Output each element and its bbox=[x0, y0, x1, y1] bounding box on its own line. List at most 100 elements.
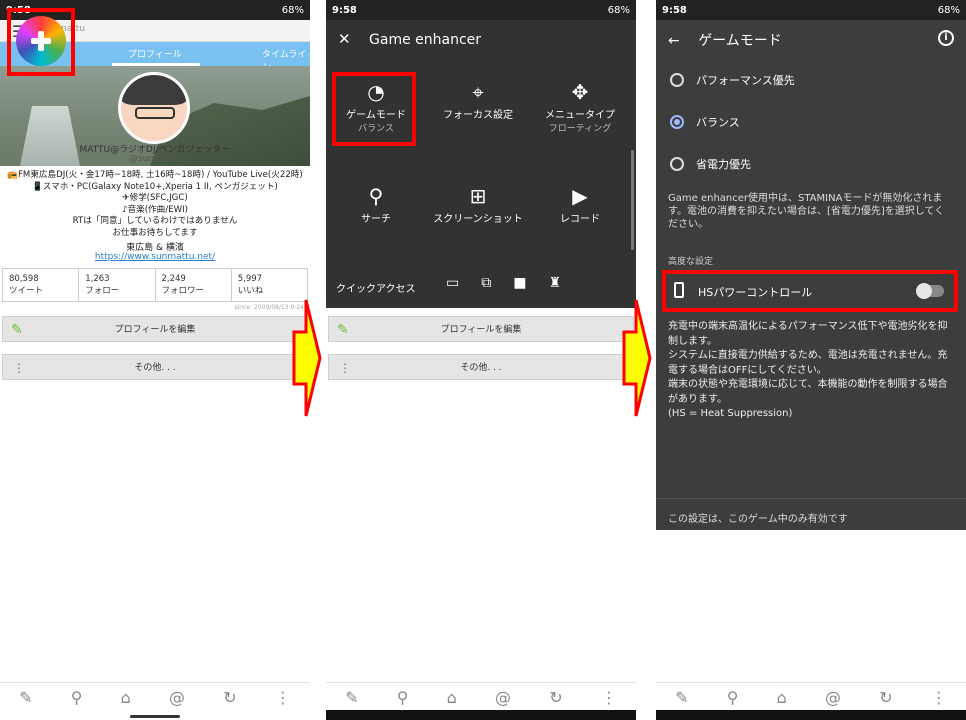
refresh-icon[interactable]: ↻ bbox=[549, 688, 562, 707]
menu-header: ✕ Game enhancer bbox=[338, 30, 481, 48]
overflow-icon[interactable]: ⋮ bbox=[931, 688, 947, 707]
search-icon[interactable]: ⚲ bbox=[727, 688, 739, 707]
radio-label: 省電力優先 bbox=[696, 158, 751, 171]
stat-tweets[interactable]: 80,598 ツイート bbox=[3, 269, 80, 301]
close-icon[interactable]: ✕ bbox=[338, 30, 351, 48]
menu-item-menu-type[interactable]: ✥ メニュータイプ フローティング bbox=[530, 80, 630, 134]
pencil-icon[interactable]: ✎ bbox=[345, 688, 358, 707]
more-button[interactable]: ⋮ その他. . . bbox=[2, 354, 308, 380]
menu-title: Game enhancer bbox=[369, 32, 482, 48]
screen-game-enhancer: 9:58 68% 📻FM東広島DJ(火・金17時~18時, 土16時~18時) … bbox=[326, 0, 636, 720]
hs-desc-line: システムに直接電力供給するため、電池は充電されません。充電する場合はOFFにして… bbox=[668, 350, 948, 376]
next-step-arrow bbox=[622, 299, 652, 417]
home-icon[interactable]: ⌂ bbox=[121, 688, 131, 707]
back-arrow-icon[interactable]: ← bbox=[668, 33, 680, 49]
profile-stats: 80,598 ツイート 1,263 フォロー 2,249 フォロワー 5,997 いいね bbox=[2, 268, 308, 302]
radio-button[interactable] bbox=[670, 73, 684, 87]
vertical-dots-icon: ⋮ bbox=[13, 361, 25, 375]
crosshair-icon: ⌖ bbox=[472, 80, 484, 104]
menu-item-label: レコード bbox=[560, 214, 600, 225]
home-icon[interactable]: ⌂ bbox=[447, 688, 457, 707]
game-mode-description: Game enhancer使用中は、STAMINAモードが無効化されます。電池の… bbox=[668, 193, 945, 230]
trophy-icon[interactable]: ♜ bbox=[548, 275, 561, 291]
radio-label: パフォーマンス優先 bbox=[696, 74, 795, 87]
menu-item-label: メニュータイプ bbox=[545, 110, 615, 121]
screen-game-mode: 9:58 68% ✎ ⋮ ✎ ⚲ ⌂ @ ↻ ⋮ ← ゲームモード i パフォー… bbox=[656, 0, 966, 720]
divider bbox=[656, 498, 966, 499]
window-icon[interactable]: ▭ bbox=[446, 275, 459, 291]
advanced-settings-label: 高度な設定 bbox=[668, 257, 714, 267]
avatar-glasses bbox=[135, 107, 175, 119]
battery-level: 68% bbox=[937, 4, 960, 16]
gamepad-icon: ✥ bbox=[571, 80, 589, 104]
gesture-bar bbox=[130, 715, 180, 718]
menu-item-label: スクリーンショット bbox=[433, 214, 523, 225]
home-icon[interactable]: ⌂ bbox=[777, 688, 787, 707]
stat-label: いいね bbox=[237, 286, 264, 296]
overflow-icon[interactable]: ⋮ bbox=[601, 688, 617, 707]
hs-desc-line: 充電中の端末高温化によるパフォーマンス低下や電池劣化を抑制します。 bbox=[668, 321, 948, 347]
overflow-icon[interactable]: ⋮ bbox=[275, 688, 291, 707]
tab-profile[interactable]: プロフィール bbox=[128, 47, 182, 60]
mention-icon[interactable]: @ bbox=[495, 688, 511, 707]
menu-item-focus[interactable]: ⌖ フォーカス設定 bbox=[428, 80, 528, 121]
search-icon[interactable]: ⚲ bbox=[397, 688, 409, 707]
search-icon[interactable]: ⚲ bbox=[71, 688, 83, 707]
mention-icon[interactable]: @ bbox=[169, 688, 185, 707]
pencil-icon[interactable]: ✎ bbox=[19, 688, 32, 707]
edit-profile-button[interactable]: ✎ プロフィールを編集 bbox=[328, 316, 634, 342]
bottom-nav: ✎ ⚲ ⌂ @ ↻ ⋮ bbox=[656, 682, 966, 712]
radio-power-saving[interactable]: 省電力優先 bbox=[670, 156, 751, 172]
menu-item-record[interactable]: ▶ レコード bbox=[530, 184, 630, 225]
radio-label: バランス bbox=[696, 116, 740, 129]
screen-profile: 9:58 68% mattu プロフィール タイムライン MATTU@ラジオDJ… bbox=[0, 0, 310, 720]
radio-button-selected[interactable] bbox=[670, 115, 684, 129]
edit-profile-label: プロフィールを編集 bbox=[440, 325, 522, 335]
hs-description: 充電中の端末高温化によるパフォーマンス低下や電池劣化を抑制します。 システムに直… bbox=[668, 320, 954, 422]
bio-line: ♪音楽(作曲/EWI) bbox=[122, 204, 188, 215]
scrollbar[interactable] bbox=[631, 150, 634, 250]
nav-bar bbox=[326, 710, 636, 720]
game-mode-header: ← ゲームモード bbox=[668, 30, 782, 50]
menu-item-screenshot[interactable]: ⊞ スクリーンショット bbox=[428, 184, 528, 225]
hs-desc-line: (HS = Heat Suppression) bbox=[668, 408, 793, 419]
menu-item-label: サーチ bbox=[361, 214, 391, 225]
stat-value: 5,997 bbox=[237, 274, 263, 284]
video-camera-icon[interactable]: ■ bbox=[513, 275, 526, 291]
pencil-icon: ✎ bbox=[337, 322, 349, 338]
quick-access-label: クイックアクセス bbox=[336, 284, 416, 295]
refresh-icon[interactable]: ↻ bbox=[879, 688, 892, 707]
video-camera-icon: ▶ bbox=[572, 184, 588, 208]
highlight-box bbox=[332, 72, 416, 146]
stat-followers[interactable]: 2,249 フォロワー bbox=[156, 269, 232, 301]
screenshot-icon: ⊞ bbox=[469, 184, 487, 208]
quick-access-icons: ▭ ⧉ ■ ♜ bbox=[446, 275, 561, 291]
status-bar: 9:58 68% bbox=[326, 0, 636, 20]
stat-following[interactable]: 1,263 フォロー bbox=[79, 269, 156, 301]
info-icon[interactable]: i bbox=[938, 30, 954, 46]
radio-balance[interactable]: バランス bbox=[670, 114, 740, 130]
search-icon: ⚲ bbox=[368, 184, 384, 208]
bio-line: ✈修学(SFC,JGC) bbox=[122, 193, 188, 203]
radio-button[interactable] bbox=[670, 157, 684, 171]
stat-value: 2,249 bbox=[161, 274, 186, 284]
multi-window-icon[interactable]: ⧉ bbox=[481, 275, 491, 291]
stat-value: 80,598 bbox=[9, 274, 39, 284]
avatar[interactable] bbox=[118, 72, 190, 144]
vertical-dots-icon: ⋮ bbox=[339, 361, 351, 375]
radio-performance[interactable]: パフォーマンス優先 bbox=[670, 72, 795, 88]
edit-profile-button[interactable]: ✎ プロフィールを編集 bbox=[2, 316, 308, 342]
stat-likes[interactable]: 5,997 いいね bbox=[232, 269, 307, 301]
mention-icon[interactable]: @ bbox=[825, 688, 841, 707]
refresh-icon[interactable]: ↻ bbox=[223, 688, 236, 707]
bio-line: RTは「同意」しているわけではありません bbox=[72, 216, 238, 226]
hs-desc-line: 端末の状態や充電環境に応じて、本機能の動作を制限する場合があります。 bbox=[668, 379, 948, 405]
profile-url[interactable]: https://www.sunmattu.net/ bbox=[0, 252, 310, 262]
menu-item-search[interactable]: ⚲ サーチ bbox=[326, 184, 426, 225]
battery-level: 68% bbox=[281, 4, 304, 16]
more-button[interactable]: ⋮ その他. . . bbox=[328, 354, 634, 380]
pencil-icon[interactable]: ✎ bbox=[675, 688, 688, 707]
battery-level: 68% bbox=[607, 4, 630, 16]
stat-label: フォロワー bbox=[161, 286, 205, 296]
bio-line: 📱スマホ・PC(Galaxy Note10+,Xperia 1 II, ペンガジ… bbox=[32, 181, 278, 192]
